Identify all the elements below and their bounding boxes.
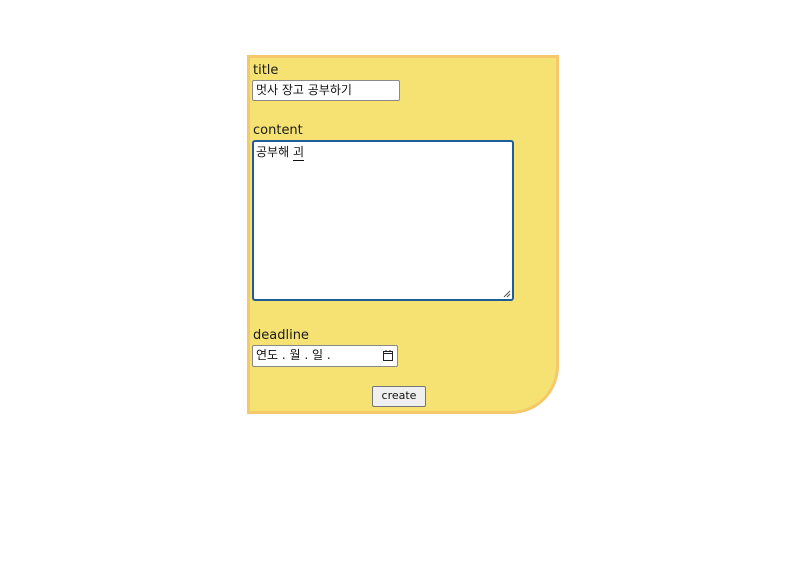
deadline-date-input[interactable]: 연도 . 월 . 일 .: [252, 345, 398, 367]
calendar-icon[interactable]: [383, 350, 393, 361]
resize-handle-icon[interactable]: [503, 290, 511, 298]
deadline-label: deadline: [253, 328, 309, 343]
date-placeholder: 연도 . 월 . 일 .: [256, 348, 331, 362]
content-text: 공부해: [256, 145, 293, 159]
title-label: title: [253, 63, 279, 78]
content-textarea[interactable]: 공부해 괴: [252, 140, 514, 301]
create-button[interactable]: create: [372, 386, 426, 407]
content-label: content: [253, 123, 303, 138]
composition-char: 괴: [292, 145, 304, 161]
title-input[interactable]: 멋사 장고 공부하기: [252, 80, 400, 101]
todo-form-card: title 멋사 장고 공부하기 content 공부해 괴 deadline …: [247, 55, 559, 414]
